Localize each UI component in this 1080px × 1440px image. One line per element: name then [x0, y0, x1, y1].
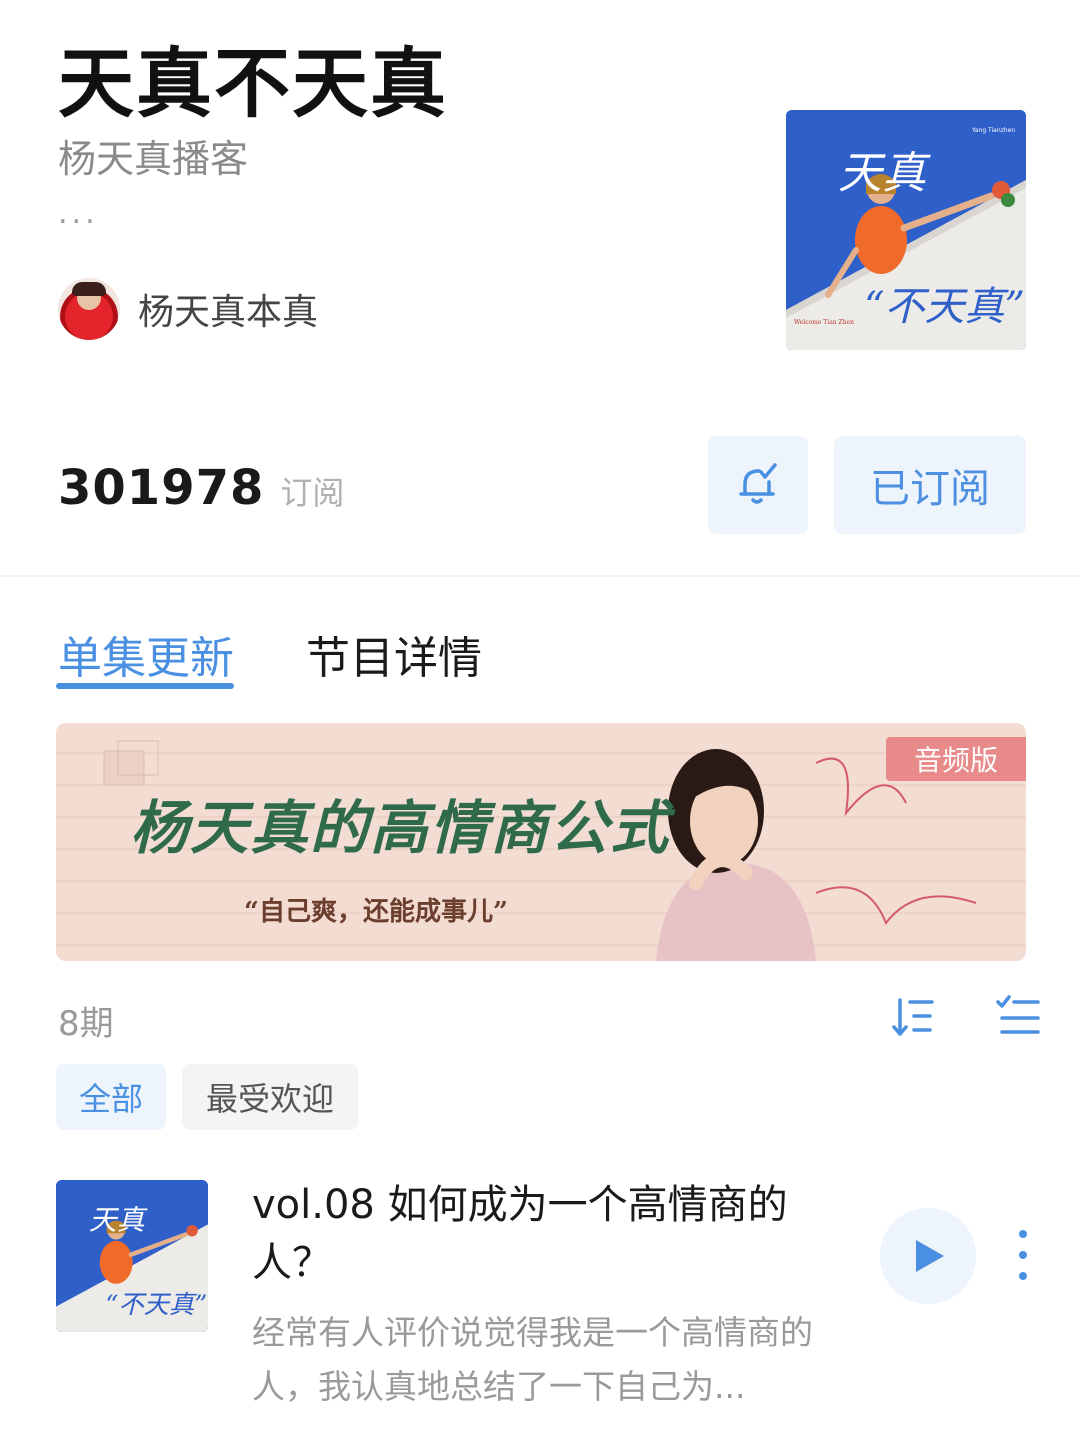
subscriber-label: 订阅 [280, 474, 345, 512]
cover-brand: Yang Tianzhen [971, 127, 1015, 134]
divider [0, 575, 1080, 577]
dot [1019, 1251, 1027, 1259]
more-vertical-icon[interactable] [1006, 1230, 1040, 1280]
author[interactable]: 杨天真本真 [58, 278, 318, 340]
banner-quote: “自己爽，还能成事儿” [244, 897, 508, 927]
sort-icon[interactable] [890, 994, 936, 1040]
cover-script-top: 天真 [838, 148, 931, 199]
episode-cover-script-bottom: “不天真” [105, 1289, 207, 1319]
episode-description[interactable]: 经常有人评价说觉得我是一个高情商的人，我认真地总结了一下自己为... [252, 1306, 842, 1414]
episode-title[interactable]: vol.08 如何成为一个高情商的人？ [252, 1176, 832, 1292]
tab-episodes[interactable]: 单集更新 [58, 622, 234, 686]
author-name[interactable]: 杨天真本真 [138, 283, 318, 335]
podcast-title: 天真不天真 [58, 39, 448, 128]
dot [1019, 1230, 1027, 1238]
subscriber-count: 301978 [58, 460, 265, 516]
tab-active-indicator [56, 683, 234, 689]
subscriber-stats: 301978 订阅 [58, 460, 344, 516]
banner-tag: 音频版 [886, 737, 1026, 781]
episode-cover-script-top: 天真 [89, 1203, 148, 1236]
cover-welcome: Welcome Tian Zhen [794, 319, 854, 326]
description-more[interactable]: ... [58, 196, 99, 231]
dot [1019, 1272, 1027, 1280]
tab-details[interactable]: 节目详情 [306, 622, 482, 686]
filter-all[interactable]: 全部 [56, 1064, 166, 1130]
promo-banner[interactable]: 杨天真的高情商公式 “自己爽，还能成事儿” 音频版 [56, 723, 1026, 961]
cover-script-bottom: “不天真” [864, 284, 1025, 330]
episode-cover[interactable]: 天真 “不天真” [56, 1180, 208, 1332]
play-icon [916, 1240, 944, 1272]
filter-popular[interactable]: 最受欢迎 [182, 1064, 358, 1130]
multiselect-icon[interactable] [996, 994, 1040, 1038]
subscribed-button[interactable]: 已订阅 [834, 436, 1026, 534]
podcast-subtitle: 杨天真播客 [58, 137, 249, 181]
bell-check-icon [739, 463, 777, 504]
avatar[interactable] [58, 278, 120, 340]
play-button[interactable] [880, 1208, 976, 1304]
banner-title: 杨天真的高情商公式 [130, 794, 671, 862]
podcast-cover: 天真 “不天真” Welcome Tian Zhen Yang Tianzhen [786, 110, 1026, 350]
episode-count: 8期 [58, 1004, 114, 1044]
notify-button[interactable] [708, 436, 808, 534]
